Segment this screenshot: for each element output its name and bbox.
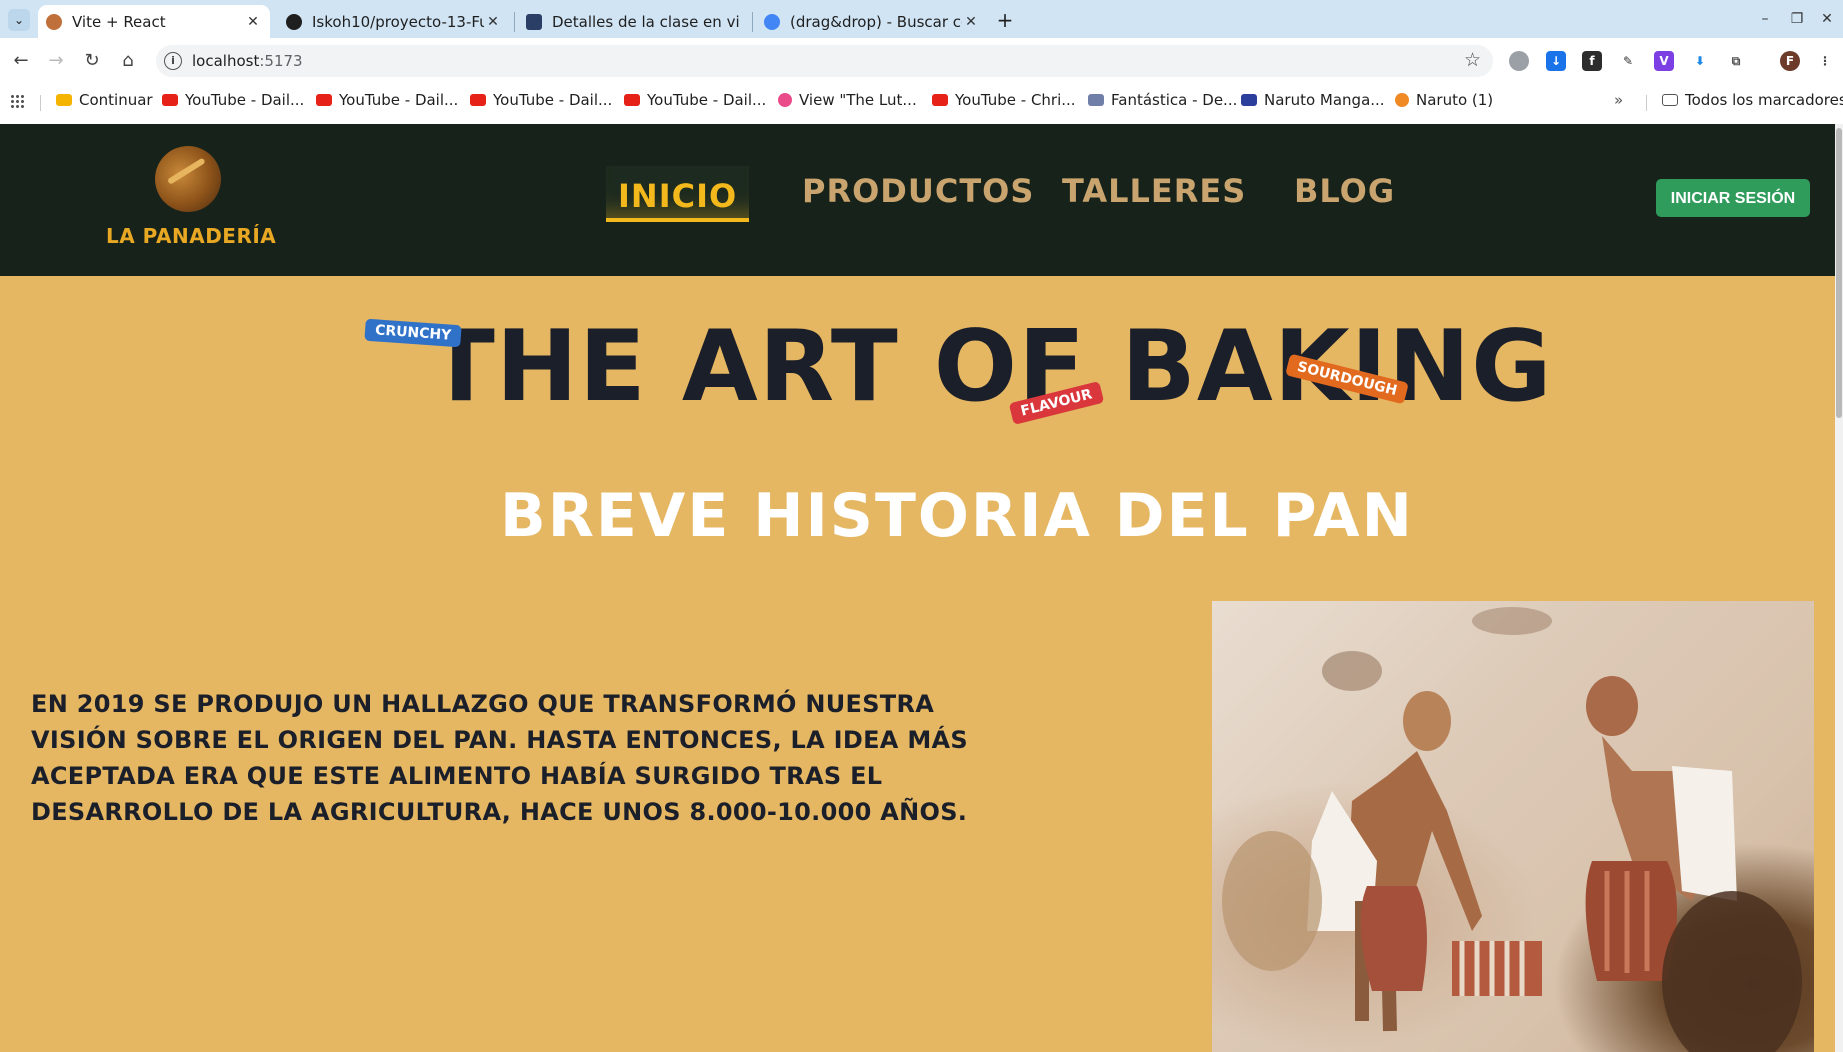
egyptian-bakers-image bbox=[1212, 601, 1814, 1052]
reload-icon[interactable]: ↻ bbox=[79, 48, 105, 74]
tab-class-details[interactable]: Detalles de la clase en vi bbox=[518, 5, 750, 38]
youtube-icon bbox=[470, 94, 486, 106]
address-bar[interactable]: i localhost:5173 ☆ bbox=[156, 45, 1493, 77]
page-scrollbar[interactable] bbox=[1835, 124, 1843, 1052]
section-title: BREVE HISTORIA DEL PAN bbox=[500, 481, 1414, 551]
tab-title: Vite + React bbox=[72, 12, 166, 31]
tab-search-chevron-icon[interactable]: ⌄ bbox=[8, 9, 30, 31]
google-favicon-icon bbox=[764, 13, 780, 30]
bookmarks-bar: Continuar YouTube - Dail... YouTube - Da… bbox=[0, 84, 1843, 118]
formula-extension-icon[interactable]: f bbox=[1582, 51, 1602, 71]
home-icon[interactable]: ⌂ bbox=[115, 48, 141, 74]
egyptian-mural-illustration bbox=[1222, 607, 1802, 1052]
scrollbar-thumb[interactable] bbox=[1836, 128, 1842, 418]
login-button[interactable]: INICIAR SESIÓN bbox=[1656, 179, 1810, 217]
folder-icon bbox=[1662, 94, 1678, 106]
forward-arrow-icon[interactable]: → bbox=[43, 48, 69, 74]
menu-kebab-icon[interactable]: ⋮ bbox=[1815, 51, 1835, 71]
v-extension-icon[interactable]: V bbox=[1654, 51, 1674, 71]
hero-title: THE ART OF BAKING bbox=[428, 310, 1553, 424]
bookmark-divider bbox=[1646, 95, 1647, 111]
bookmark-item[interactable]: YouTube - Dail... bbox=[470, 91, 612, 109]
browser-tab-bar: ⌄ Vite + React ✕ Iskoh10/proyecto-13-Ful… bbox=[0, 0, 1843, 38]
eyedropper-icon[interactable]: ✎ bbox=[1618, 51, 1638, 71]
more-bookmarks-chevron-icon[interactable]: » bbox=[1614, 91, 1623, 109]
youtube-icon bbox=[932, 94, 948, 106]
tab-divider bbox=[514, 12, 515, 32]
nav-inicio[interactable]: INICIO bbox=[606, 166, 750, 222]
close-icon[interactable]: ✕ bbox=[244, 14, 262, 30]
download-arrow-icon[interactable]: ⬇ bbox=[1690, 51, 1710, 71]
bookmark-item[interactable]: Naruto (1) bbox=[1395, 91, 1493, 109]
tab-vite-react[interactable]: Vite + React ✕ bbox=[38, 5, 270, 38]
tumblr-icon bbox=[1241, 94, 1257, 106]
youtube-icon bbox=[624, 94, 640, 106]
browser-toolbar: ← → ↻ ⌂ i localhost:5173 ☆ ↓ f ✎ V ⬇ ⧉ F… bbox=[0, 38, 1843, 124]
bookmark-item[interactable]: View "The Lut... bbox=[778, 91, 917, 109]
new-tab-plus-icon[interactable]: + bbox=[992, 8, 1018, 34]
bookmark-item[interactable]: Continuar bbox=[56, 91, 153, 109]
fantastica-favicon-icon bbox=[1088, 94, 1104, 106]
tab-title: Iskoh10/proyecto-13-Full bbox=[312, 12, 484, 31]
download-icon[interactable]: ↓ bbox=[1546, 51, 1566, 71]
tab-title: Detalles de la clase en vi bbox=[552, 12, 740, 31]
close-icon[interactable]: ✕ bbox=[484, 14, 502, 30]
logo-text[interactable]: LA PANADERÍA bbox=[106, 224, 276, 248]
bookmark-favicon-icon bbox=[56, 94, 72, 106]
minimize-icon[interactable]: – bbox=[1754, 8, 1776, 30]
extension-record-icon[interactable] bbox=[1509, 51, 1529, 71]
history-paragraph: En 2019 se produjo un hallazgo que trans… bbox=[31, 690, 968, 826]
tab-github[interactable]: Iskoh10/proyecto-13-Full ✕ bbox=[278, 5, 510, 38]
profile-avatar[interactable]: F bbox=[1780, 51, 1800, 71]
youtube-icon bbox=[162, 94, 178, 106]
restore-icon[interactable]: ❐ bbox=[1786, 8, 1808, 30]
bookmark-item[interactable]: Fantástica - De... bbox=[1088, 91, 1237, 109]
bookmark-item[interactable]: YouTube - Dail... bbox=[316, 91, 458, 109]
tab-google-search[interactable]: (drag&drop) - Buscar con ✕ bbox=[756, 5, 988, 38]
dribbble-icon bbox=[778, 93, 792, 107]
url-text: localhost:5173 bbox=[192, 52, 303, 70]
site-info-icon[interactable]: i bbox=[164, 52, 182, 70]
back-arrow-icon[interactable]: ← bbox=[8, 48, 34, 74]
all-bookmarks-folder[interactable]: Todos los marcadores bbox=[1662, 91, 1843, 109]
tab-divider bbox=[752, 12, 753, 32]
bookmark-item[interactable]: Naruto Manga... bbox=[1241, 91, 1385, 109]
youtube-icon bbox=[316, 94, 332, 106]
nav-talleres[interactable]: TALLERES bbox=[1062, 172, 1246, 210]
bookmark-item[interactable]: YouTube - Chri... bbox=[932, 91, 1076, 109]
close-icon[interactable]: ✕ bbox=[962, 14, 980, 30]
close-window-icon[interactable]: ✕ bbox=[1816, 8, 1838, 30]
naruto-favicon-icon bbox=[1395, 93, 1409, 107]
shield-favicon-icon bbox=[526, 13, 542, 30]
nav-productos[interactable]: PRODUCTOS bbox=[802, 172, 1034, 210]
bread-favicon-icon bbox=[46, 13, 62, 30]
site-header: LA PANADERÍA INICIO PRODUCTOS TALLERES B… bbox=[0, 124, 1835, 276]
apps-grid-icon[interactable] bbox=[10, 94, 24, 108]
bookmark-divider bbox=[40, 95, 41, 111]
bookmark-item[interactable]: YouTube - Dail... bbox=[162, 91, 304, 109]
nav-blog[interactable]: BLOG bbox=[1294, 172, 1395, 210]
bookmark-star-icon[interactable]: ☆ bbox=[1464, 49, 1481, 71]
github-favicon-icon bbox=[286, 13, 302, 30]
bookmark-item[interactable]: YouTube - Dail... bbox=[624, 91, 766, 109]
tab-title: (drag&drop) - Buscar con bbox=[790, 12, 962, 31]
extensions-puzzle-icon[interactable]: ⧉ bbox=[1726, 51, 1746, 71]
bread-logo-icon[interactable] bbox=[148, 139, 228, 219]
